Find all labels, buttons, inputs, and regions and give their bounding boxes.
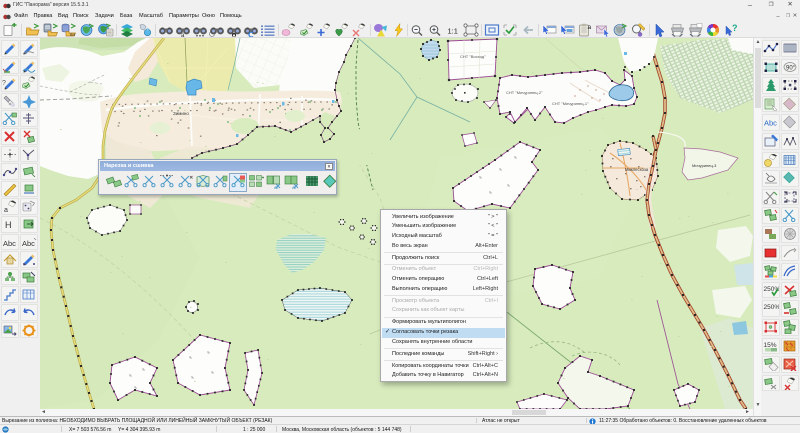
svg-text:?: ? [732, 23, 738, 33]
svg-text:Abc: Abc [3, 239, 16, 248]
svg-text:Зимино: Зимино [173, 111, 189, 116]
svg-text:1:1: 1:1 [448, 27, 458, 36]
svg-text:Мичуринец-3: Мичуринец-3 [692, 163, 717, 168]
svg-text:a: a [588, 24, 592, 31]
svg-text:?: ? [2, 80, 6, 87]
svg-text:H: H [5, 220, 12, 230]
svg-text:Abc: Abc [764, 119, 777, 128]
svg-text:90°: 90° [786, 65, 796, 71]
svg-text:BM: BM [70, 33, 75, 37]
svg-text:250%: 250% [763, 304, 779, 311]
svg-text:СНТ "Восход": СНТ "Восход" [460, 54, 486, 59]
svg-text:Abc: Abc [22, 239, 35, 248]
svg-text:СНТ "Мичуринец-2": СНТ "Мичуринец-2" [506, 90, 543, 95]
svg-text:Миклесхоза: Миклесхоза [625, 167, 649, 172]
svg-text:СНТ "Мичуринец-1": СНТ "Мичуринец-1" [552, 101, 589, 106]
svg-text:a: a [4, 207, 8, 213]
svg-text:15%: 15% [763, 342, 776, 349]
